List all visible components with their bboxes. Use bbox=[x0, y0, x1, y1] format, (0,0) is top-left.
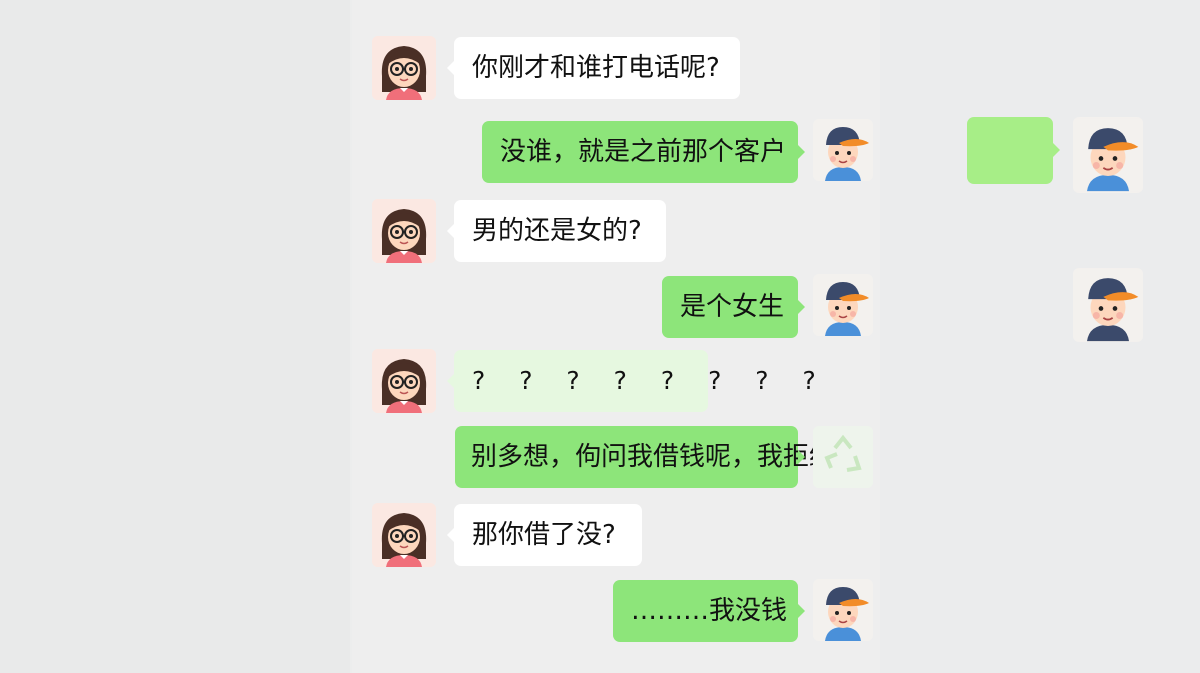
girl-avatar-icon[interactable] bbox=[372, 349, 436, 413]
message-text: 男的还是女的? bbox=[472, 216, 642, 246]
recycle-icon[interactable] bbox=[813, 426, 873, 488]
message-text: ? ? ? ? ? ? ? ? bbox=[472, 366, 822, 395]
girl-avatar-icon[interactable] bbox=[372, 199, 436, 263]
message-text: 你刚才和谁打电话呢? bbox=[472, 53, 720, 83]
outgoing-message-bubble[interactable]: 是个女生 bbox=[662, 276, 805, 338]
message-text: 那你借了没? bbox=[472, 520, 616, 550]
boy-avatar-large-icon[interactable] bbox=[1073, 268, 1143, 342]
outgoing-message-bubble[interactable]: 别多想，佝问我借钱呢，我拒绝了 bbox=[455, 426, 861, 488]
message-text: 别多想，佝问我借钱呢，我拒绝了 bbox=[471, 442, 862, 472]
message-text: 是个女生 bbox=[680, 292, 785, 322]
message-text: 没谁，就是之前那个客户 bbox=[500, 137, 787, 167]
chat-panel bbox=[352, 0, 880, 673]
message-text: ………我没钱 bbox=[631, 596, 788, 626]
left-background-panel bbox=[0, 0, 350, 673]
boy-avatar-icon[interactable] bbox=[813, 579, 873, 641]
empty-outgoing-bubble[interactable] bbox=[967, 117, 1060, 184]
outgoing-message-bubble[interactable]: 没谁，就是之前那个客户 bbox=[482, 121, 805, 183]
boy-avatar-icon[interactable] bbox=[813, 119, 873, 181]
incoming-message-bubble[interactable]: ? ? ? ? ? ? ? ? bbox=[447, 350, 816, 412]
girl-avatar-icon[interactable] bbox=[372, 503, 436, 567]
girl-avatar-icon[interactable] bbox=[372, 36, 436, 100]
right-background-panel bbox=[880, 0, 1200, 673]
incoming-message-bubble[interactable]: 你刚才和谁打电话呢? bbox=[447, 37, 740, 99]
incoming-message-bubble[interactable]: 男的还是女的? bbox=[447, 200, 666, 262]
outgoing-message-bubble[interactable]: ………我没钱 bbox=[613, 580, 805, 642]
boy-avatar-icon[interactable] bbox=[813, 274, 873, 336]
incoming-message-bubble[interactable]: 那你借了没? bbox=[447, 504, 642, 566]
boy-avatar-large-icon[interactable] bbox=[1073, 117, 1143, 193]
